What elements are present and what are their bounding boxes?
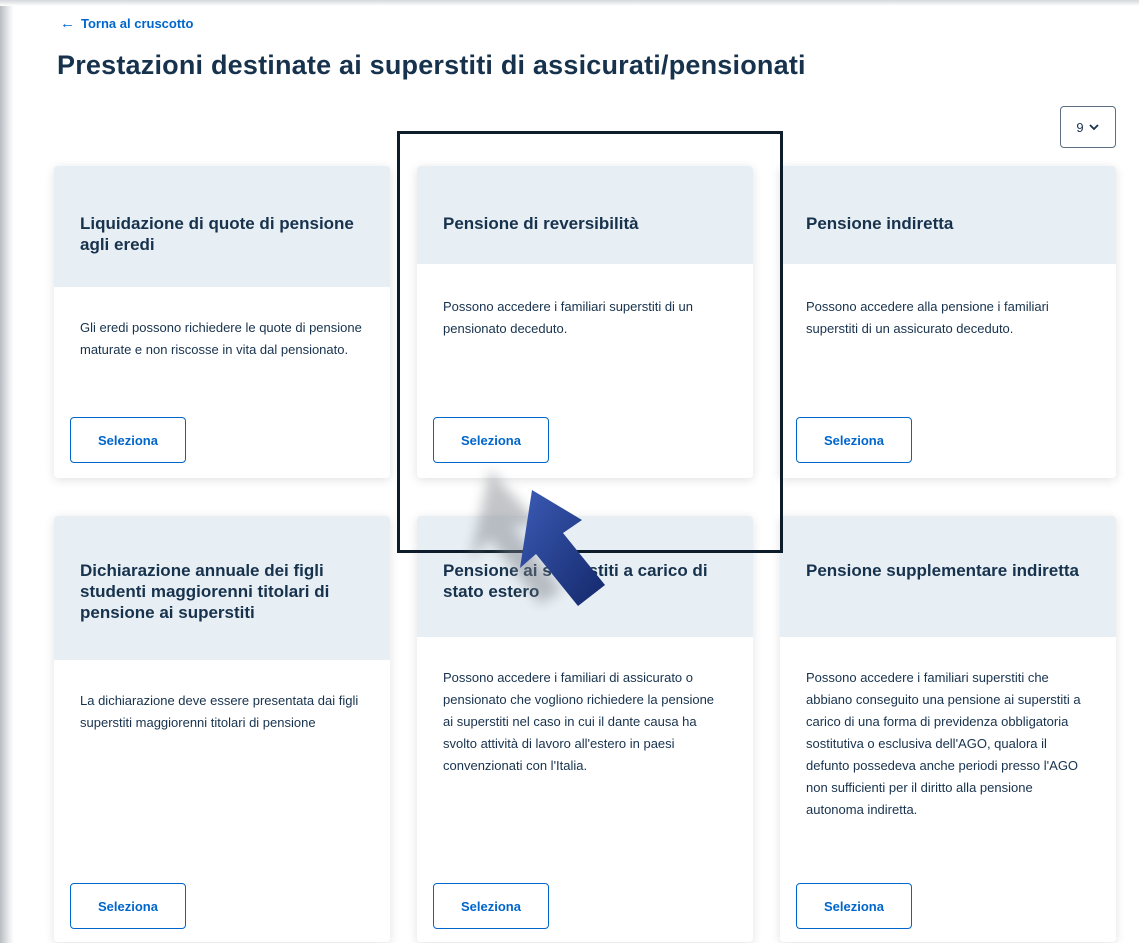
select-button[interactable]: Seleziona — [796, 883, 912, 929]
arrow-left-icon: ← — [60, 15, 75, 32]
card-title: Pensione supplementare indiretta — [806, 561, 1080, 580]
select-button[interactable]: Seleziona — [70, 417, 186, 463]
card-title: Pensione ai superstiti a carico di stato… — [443, 561, 708, 601]
card-title: Pensione di reversibilità — [443, 214, 639, 233]
card-description: Possono accedere alla pensione i familia… — [806, 299, 1049, 336]
card-description: Possono accedere i familiari superstiti … — [806, 670, 1081, 817]
service-card: Dichiarazione annuale dei figli studenti… — [54, 516, 390, 942]
card-header: Liquidazione di quote di pensione agli e… — [54, 166, 390, 287]
back-to-dashboard-link[interactable]: ← Torna al cruscotto — [60, 16, 193, 31]
card-description: Gli eredi possono richiedere le quote di… — [80, 320, 362, 357]
page-title: Prestazioni destinate ai superstiti di a… — [57, 50, 806, 80]
page-frame: ← Torna al cruscotto Prestazioni destina… — [0, 0, 1139, 943]
select-button[interactable]: Seleziona — [433, 883, 549, 929]
select-button[interactable]: Seleziona — [70, 883, 186, 929]
card-title: Liquidazione di quote di pensione agli e… — [80, 214, 354, 254]
window-edge — [0, 0, 14, 943]
card-title: Pensione indiretta — [806, 214, 954, 233]
back-link-label: Torna al cruscotto — [81, 16, 194, 31]
card-header: Pensione di reversibilità — [417, 166, 753, 264]
service-card: Pensione supplementare indiretta Possono… — [780, 516, 1116, 942]
card-description: La dichiarazione deve essere presentata … — [80, 693, 359, 730]
card-description: Possono accedere i familiari di assicura… — [443, 670, 715, 773]
select-button[interactable]: Seleziona — [796, 417, 912, 463]
service-card: Liquidazione di quote di pensione agli e… — [54, 166, 390, 478]
card-description: Possono accedere i familiari superstiti … — [443, 299, 694, 336]
top-edge — [0, 0, 1139, 6]
card-header: Dichiarazione annuale dei figli studenti… — [54, 516, 390, 660]
chevron-down-icon — [1088, 124, 1099, 131]
card-title: Dichiarazione annuale dei figli studenti… — [80, 561, 330, 622]
service-card: Pensione di reversibilità Possono accede… — [417, 166, 753, 478]
card-header: Pensione indiretta — [780, 166, 1116, 264]
card-header: Pensione supplementare indiretta — [780, 516, 1116, 637]
items-per-page-select[interactable]: 9 — [1060, 106, 1116, 148]
service-card: Pensione ai superstiti a carico di stato… — [417, 516, 753, 942]
items-per-page-value: 9 — [1076, 119, 1084, 135]
card-header: Pensione ai superstiti a carico di stato… — [417, 516, 753, 637]
select-button[interactable]: Seleziona — [433, 417, 549, 463]
service-card: Pensione indiretta Possono accedere alla… — [780, 166, 1116, 478]
